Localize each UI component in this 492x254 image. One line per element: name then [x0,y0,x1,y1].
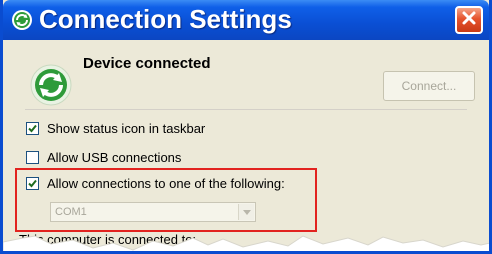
port-select-value: COM1 [55,206,87,218]
allow-connections-label: Allow connections to one of the followin… [47,176,285,191]
divider [25,109,467,110]
show-status-icon-option[interactable]: Show status icon in taskbar [26,121,205,136]
show-status-icon-checkbox[interactable] [26,122,39,135]
allow-connections-option[interactable]: Allow connections to one of the followin… [26,176,285,191]
sync-icon [11,9,33,31]
allow-usb-option[interactable]: Allow USB connections [26,150,181,165]
allow-connections-checkbox[interactable] [26,177,39,190]
device-sync-icon [29,63,73,107]
port-select[interactable]: COM1 [50,202,256,222]
connection-settings-window: Connection Settings Device connected Con… [0,0,492,254]
close-button[interactable] [455,6,483,34]
allow-usb-label: Allow USB connections [47,150,182,165]
window-title: Connection Settings [39,4,292,34]
title-bar[interactable]: Connection Settings [3,0,489,40]
close-icon [461,10,477,31]
connect-button[interactable]: Connect... [383,71,475,101]
device-status-text: Device connected [83,55,211,72]
show-status-icon-label: Show status icon in taskbar [47,121,206,136]
allow-usb-checkbox[interactable] [26,151,39,164]
torn-edge [3,235,489,251]
chevron-down-icon[interactable] [238,204,254,220]
